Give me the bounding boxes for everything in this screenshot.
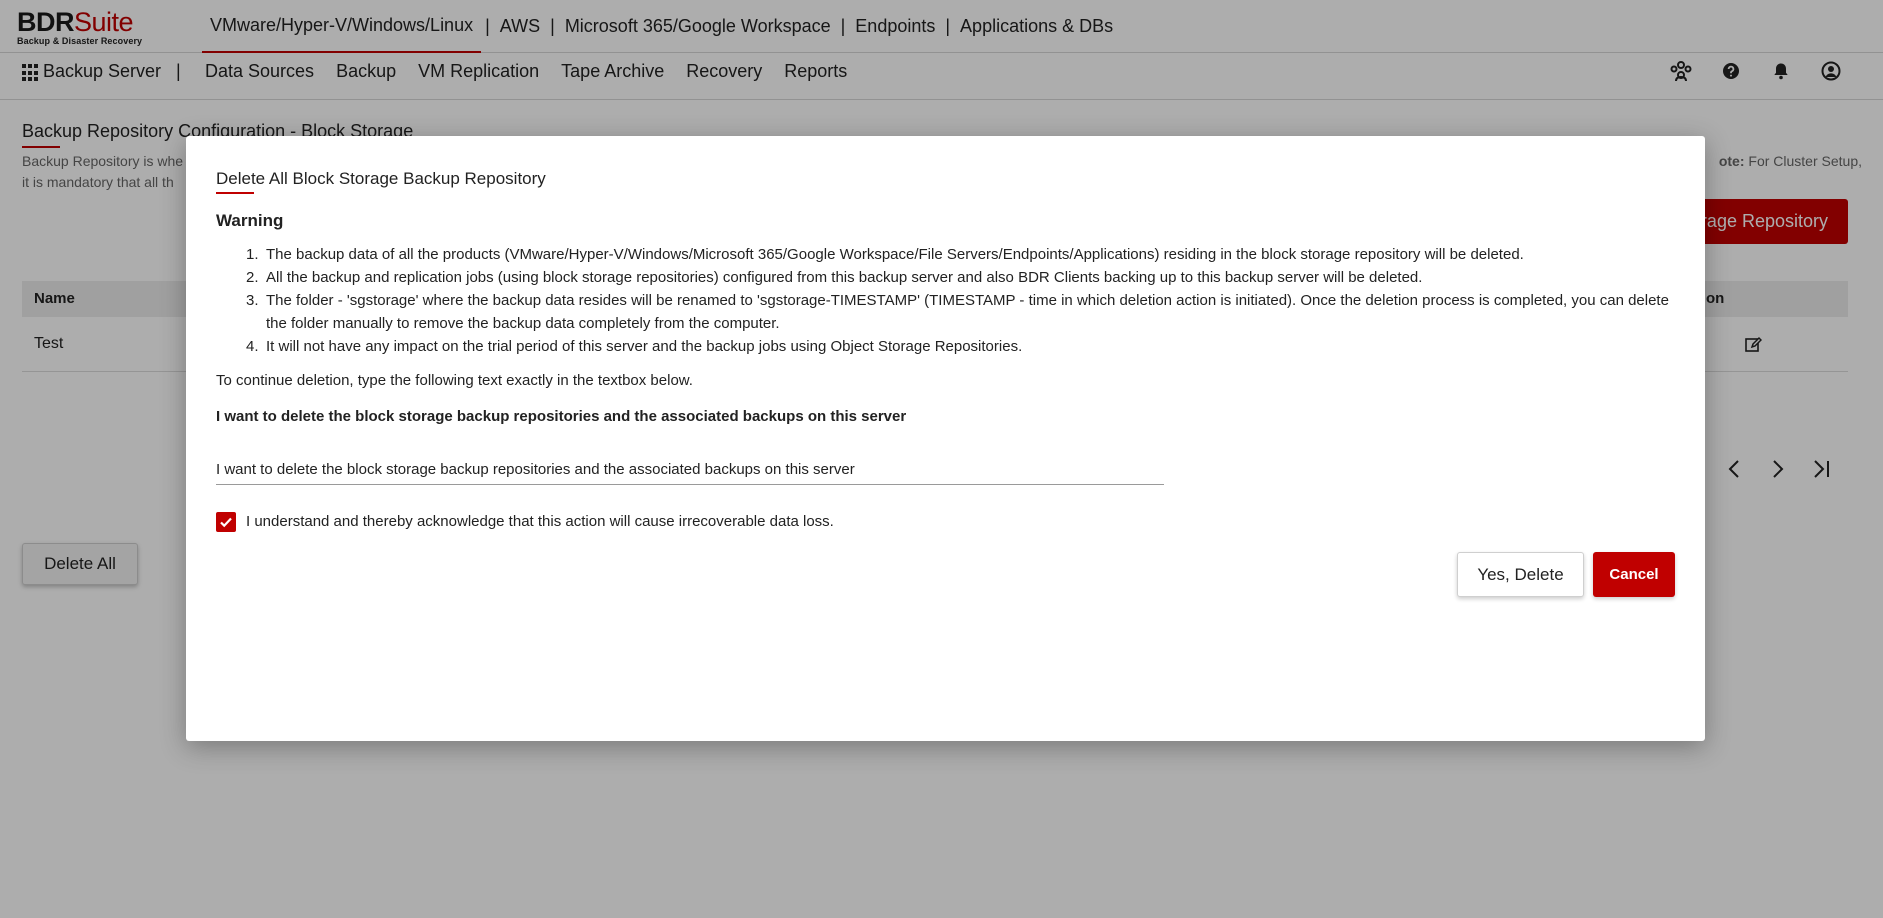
- confirmation-input[interactable]: [216, 455, 1164, 485]
- warning-list: 1. The backup data of all the products (V…: [216, 243, 1676, 358]
- dialog-title: Delete All Block Storage Backup Reposito…: [216, 169, 546, 188]
- acknowledge-label[interactable]: I understand and thereby acknowledge tha…: [246, 513, 834, 530]
- list-item-number: 2.: [246, 269, 259, 286]
- list-item-number: 3.: [246, 292, 259, 309]
- list-item-number: 1.: [246, 246, 259, 263]
- list-item: 2. All the backup and replication jobs (u…: [216, 266, 1676, 289]
- confirmation-phrase: I want to delete the block storage backu…: [216, 408, 907, 425]
- cancel-button[interactable]: Cancel: [1593, 552, 1675, 597]
- checkmark-icon: [220, 517, 232, 528]
- list-item-text: The backup data of all the products (VMw…: [266, 246, 1524, 263]
- list-item-number: 4.: [246, 338, 259, 355]
- delete-repository-dialog: Delete All Block Storage Backup Reposito…: [186, 136, 1705, 741]
- list-item: 3. The folder - 'sgstorage' where the bac…: [216, 289, 1676, 335]
- yes-delete-button[interactable]: Yes, Delete: [1457, 552, 1584, 597]
- list-item: 4. It will not have any impact on the tri…: [216, 335, 1676, 358]
- list-item: 1. The backup data of all the products (V…: [216, 243, 1676, 266]
- continue-instruction: To continue deletion, type the following…: [216, 372, 693, 389]
- acknowledge-checkbox[interactable]: [216, 512, 236, 532]
- list-item-text: The folder - 'sgstorage' where the backu…: [266, 292, 1669, 332]
- list-item-text: All the backup and replication jobs (usi…: [266, 269, 1423, 286]
- list-item-text: It will not have any impact on the trial…: [266, 338, 1023, 355]
- dialog-title-underline: [216, 192, 254, 194]
- warning-heading: Warning: [216, 211, 284, 230]
